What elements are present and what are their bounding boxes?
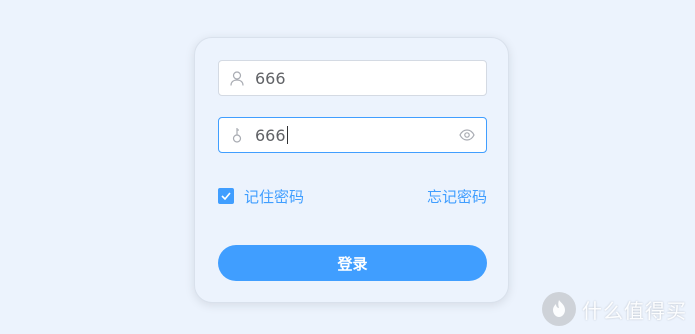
- watermark-text: 什么值得买: [582, 298, 687, 323]
- text-caret: [286, 126, 288, 144]
- options-row: 记住密码 忘记密码: [218, 186, 487, 206]
- user-icon: [219, 61, 255, 95]
- username-value: 666: [255, 68, 286, 88]
- watermark-logo: [542, 292, 576, 326]
- forgot-password-link[interactable]: 忘记密码: [427, 186, 487, 207]
- username-field[interactable]: 666: [218, 60, 487, 96]
- remember-password[interactable]: 记住密码: [218, 186, 304, 207]
- eye-icon[interactable]: [458, 126, 476, 144]
- check-icon: [221, 192, 231, 200]
- remember-checkbox[interactable]: [218, 188, 234, 204]
- remember-label[interactable]: 记住密码: [244, 186, 304, 207]
- watermark: 什么值得买: [542, 292, 687, 326]
- key-icon: [219, 118, 255, 152]
- login-card: 666 666 记住密码 忘记密码 登录: [194, 37, 509, 303]
- login-button[interactable]: 登录: [218, 245, 487, 281]
- password-value: 666: [255, 125, 288, 145]
- password-field[interactable]: 666: [218, 117, 487, 153]
